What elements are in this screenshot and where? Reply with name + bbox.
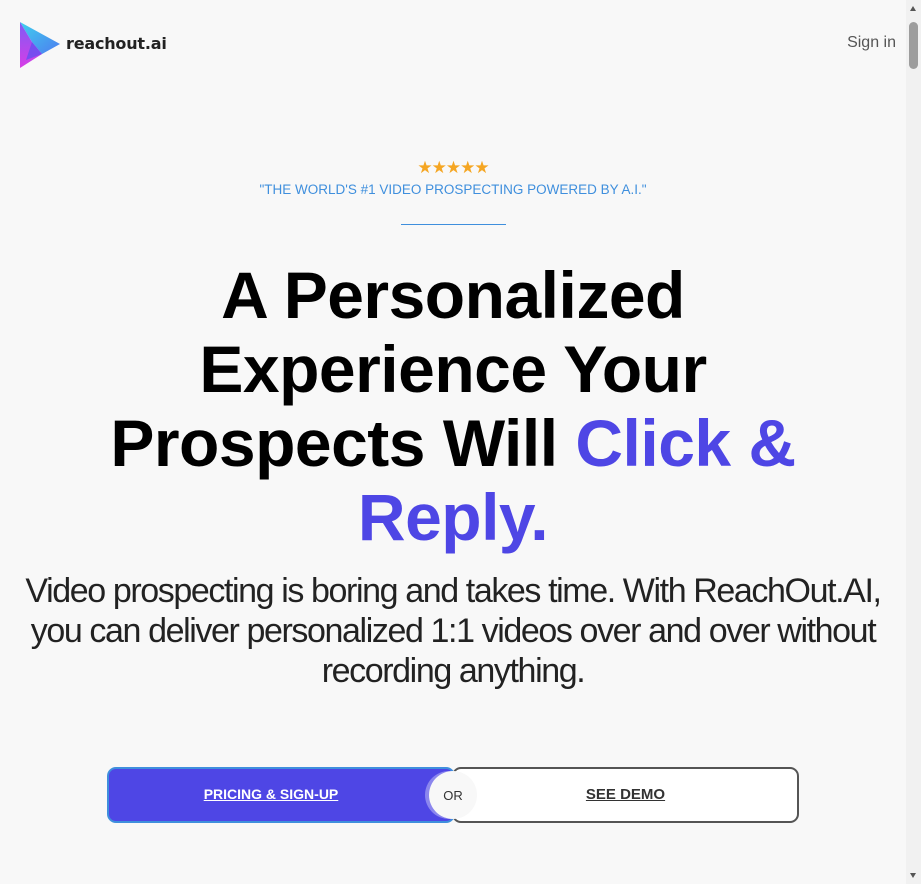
subtext-line-3: recording anything.	[321, 652, 586, 690]
headline-line-1: A Personalized	[221, 258, 685, 332]
hero-tagline: "THE WORLD'S #1 VIDEO PROSPECTING POWERE…	[259, 182, 647, 197]
or-badge: OR	[429, 771, 477, 819]
logo-link[interactable]: reachout.ai	[18, 20, 167, 70]
hero-headline: A Personalized Experience Your Prospects…	[0, 258, 906, 554]
logo-text: reachout.ai	[66, 33, 167, 53]
headline-accent-click: Click &	[575, 406, 796, 480]
headline-accent-reply: Reply.	[357, 480, 549, 554]
headline-line-3: Prospects Will	[110, 406, 576, 480]
pricing-signup-button[interactable]: PRICING & SIGN-UP	[107, 767, 455, 823]
page-scrollbar[interactable]	[906, 0, 921, 884]
see-demo-button[interactable]: SEE DEMO	[452, 767, 799, 823]
scroll-up-icon[interactable]	[910, 6, 916, 11]
star-rating: ★★★★★	[417, 158, 489, 178]
subtext-line-1: Video prospecting is boring and takes ti…	[25, 572, 882, 610]
scroll-thumb[interactable]	[909, 22, 918, 69]
headline-line-2: Experience Your	[199, 332, 707, 406]
site-header: reachout.ai Sign in	[0, 0, 906, 80]
scroll-down-icon[interactable]	[910, 873, 916, 878]
tagline-divider	[401, 224, 506, 225]
reachout-play-logo-icon	[20, 22, 60, 68]
subtext-line-2: you can deliver personalized 1:1 videos …	[30, 612, 877, 650]
hero-subtext: Video prospecting is boring and takes ti…	[0, 571, 906, 691]
sign-in-link[interactable]: Sign in	[847, 34, 896, 52]
